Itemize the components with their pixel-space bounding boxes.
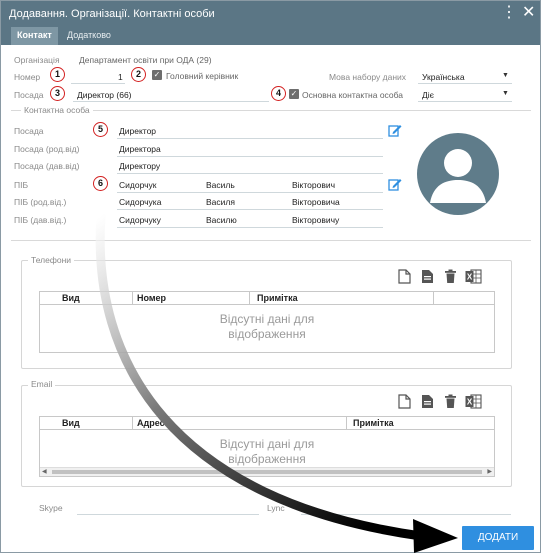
dialog-window: Додавання. Організації. Контактні особи … xyxy=(0,0,541,553)
curved-arrow-overlay xyxy=(95,211,458,553)
